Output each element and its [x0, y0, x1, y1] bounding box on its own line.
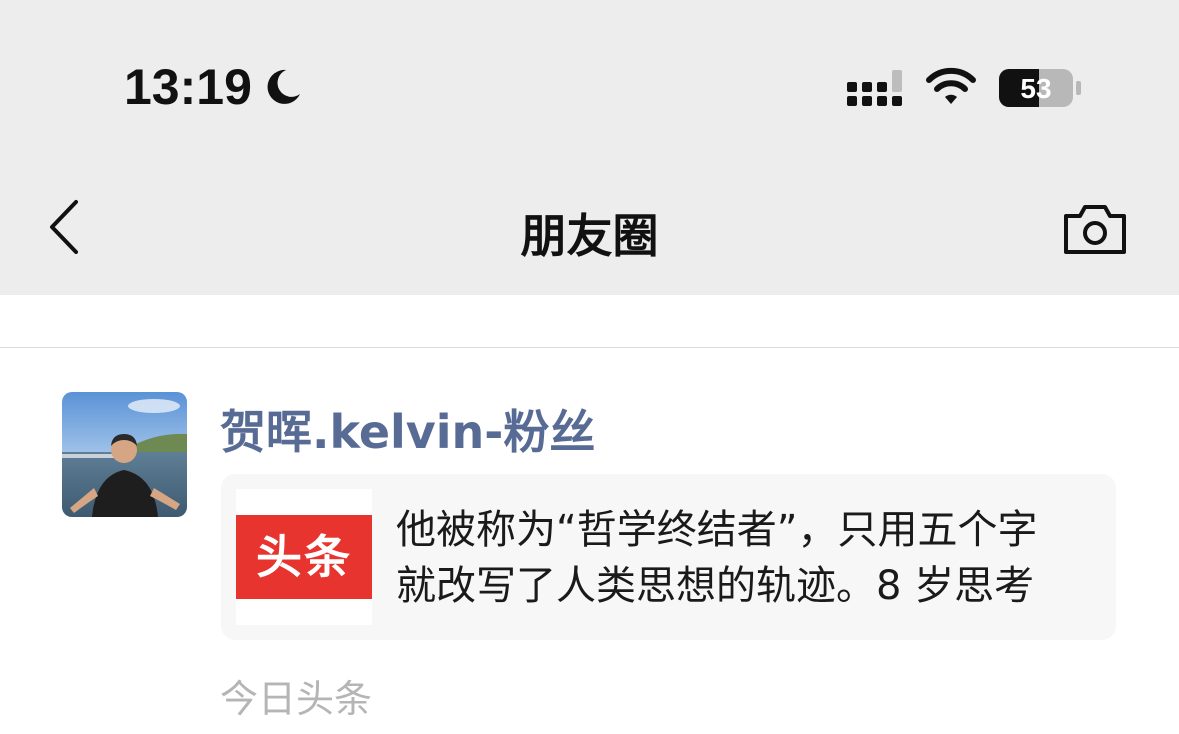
header-area: 13:19 53 朋友圈 — [0, 0, 1179, 295]
camera-button[interactable] — [1060, 202, 1130, 258]
avatar[interactable] — [62, 392, 187, 517]
avatar-photo — [62, 392, 187, 517]
post-source[interactable]: 今日头条 — [220, 668, 372, 723]
divider — [0, 347, 1179, 348]
moments-screen: 13:19 53 朋友圈 贺晖.kelvin-粉丝 头条 他被称为“哲学终结者”… — [0, 0, 1179, 734]
cellular-signal-icon — [847, 70, 902, 106]
battery-icon: 53 — [999, 69, 1081, 107]
status-time: 13:19 — [124, 59, 252, 115]
moon-icon — [267, 69, 300, 104]
page-title: 朋友圈 — [520, 209, 659, 263]
link-title-line: 他被称为“哲学终结者”，只用五个字 — [396, 507, 1038, 553]
status-bar: 13:19 53 — [0, 0, 1179, 150]
wifi-icon — [926, 67, 976, 104]
link-title: 他被称为“哲学终结者”，只用五个字 就改写了人类思想的轨迹。8 岁思考 — [396, 502, 1096, 614]
toutiao-logo-text: 头条 — [256, 530, 352, 584]
nav-bar: 朋友圈 — [0, 170, 1179, 290]
post-author-name[interactable]: 贺晖.kelvin-粉丝 — [220, 396, 595, 462]
battery-level-text: 53 — [1020, 73, 1051, 104]
shared-link-card[interactable]: 头条 他被称为“哲学终结者”，只用五个字 就改写了人类思想的轨迹。8 岁思考 — [221, 474, 1116, 640]
link-thumbnail: 头条 — [236, 489, 372, 625]
camera-icon — [1064, 205, 1126, 254]
link-title-line: 就改写了人类思想的轨迹。8 岁思考 — [396, 563, 1035, 609]
